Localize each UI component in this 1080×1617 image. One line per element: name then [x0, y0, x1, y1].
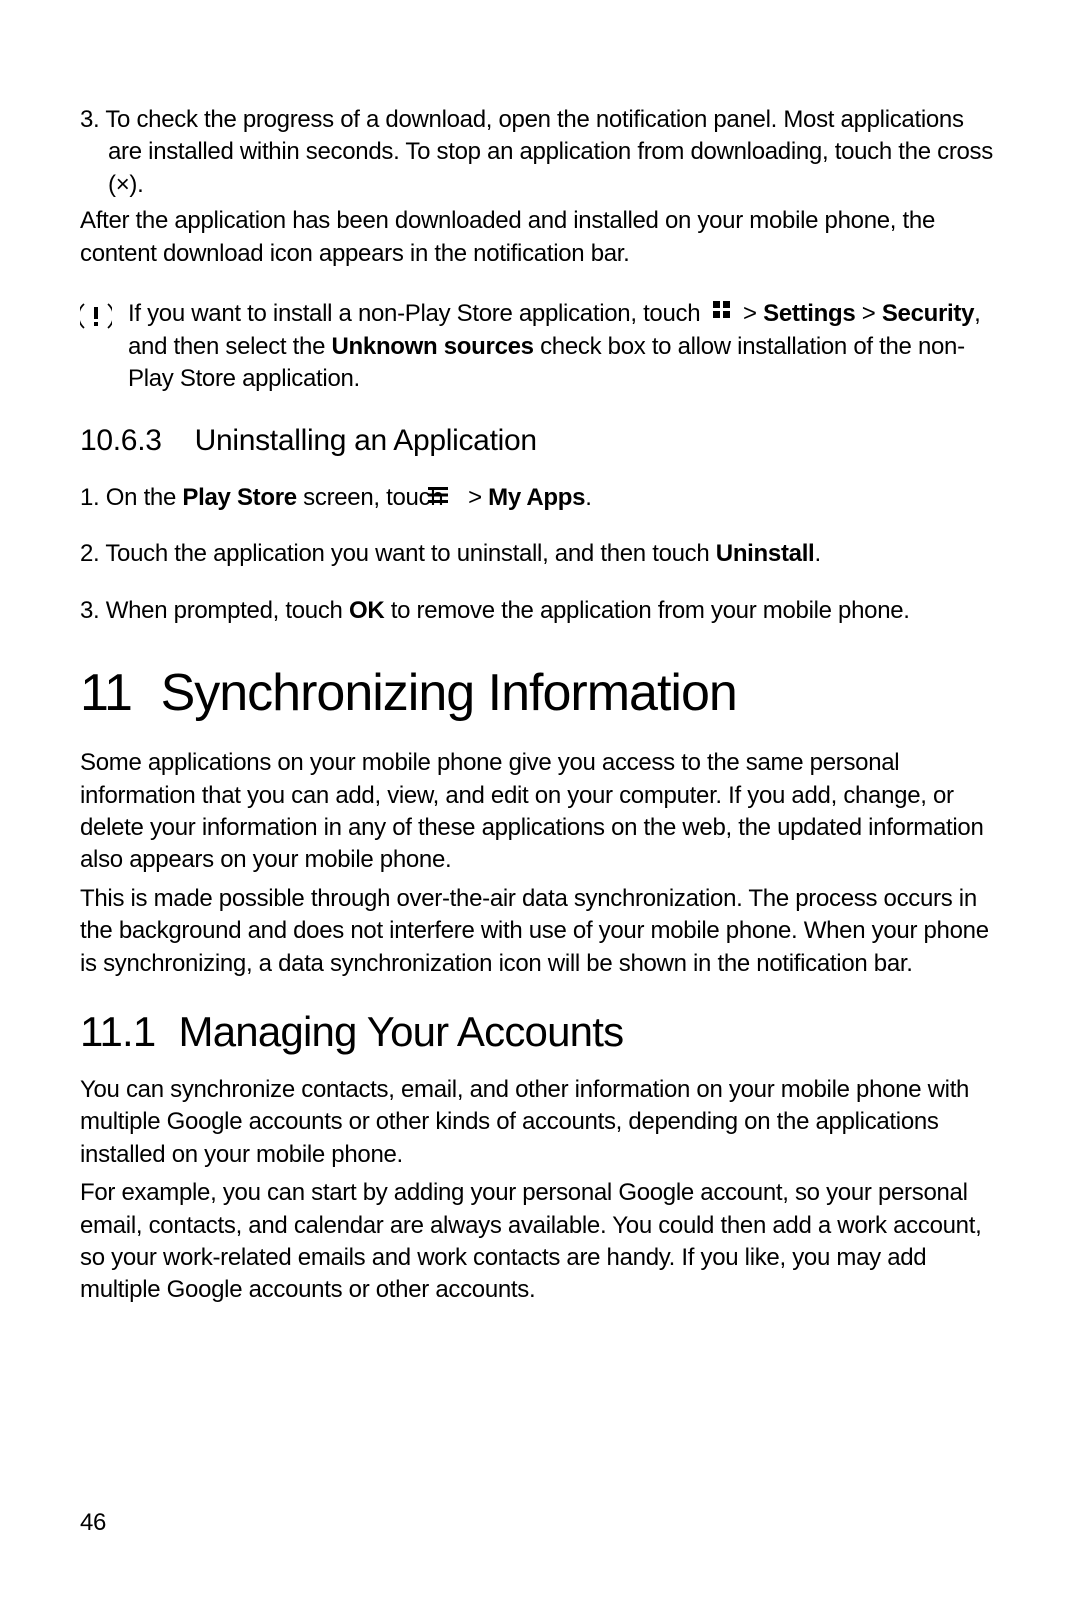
step2-bold: Uninstall — [716, 540, 815, 567]
step3-a: 3. When prompted, touch — [80, 597, 349, 624]
step2-a: 2. Touch the application you want to uni… — [80, 540, 716, 567]
note-settings: Settings — [763, 300, 855, 327]
heading-text: Synchronizing Information — [161, 664, 737, 722]
step2-end: . — [814, 540, 820, 567]
step1-prefix: 1. On the — [80, 484, 182, 511]
heading-number: 10.6.3 — [80, 424, 162, 457]
page-number: 46 — [80, 1509, 106, 1537]
note-gt2: > — [855, 300, 881, 327]
uninstall-step-1: 1. On the Play Store screen, touch > My … — [80, 482, 1000, 515]
sync-paragraph-2: This is made possible through over-the-a… — [80, 883, 1000, 980]
note-text: If you want to install a non-Play Store … — [128, 298, 1000, 396]
accounts-paragraph-2: For example, you can start by adding you… — [80, 1177, 1000, 1307]
sync-paragraph-1: Some applications on your mobile phone g… — [80, 747, 1000, 877]
step3-b: to remove the application from your mobi… — [384, 597, 909, 624]
uninstall-step-3: 3. When prompted, touch OK to remove the… — [80, 595, 1000, 627]
heading-number: 11.1 — [80, 1008, 155, 1055]
accounts-paragraph-1: You can synchronize contacts, email, and… — [80, 1074, 1000, 1171]
step1-gt: > — [462, 484, 488, 511]
note-security: Security — [882, 300, 974, 327]
heading-number: 11 — [80, 664, 132, 722]
note-unknown: Unknown sources — [332, 333, 534, 360]
note-gt1: > — [737, 300, 763, 327]
manual-page: 3. To check the progress of a download, … — [0, 0, 1080, 1617]
uninstall-step-2: 2. Touch the application you want to uni… — [80, 538, 1000, 570]
note-icon — [80, 300, 112, 332]
step1-end: . — [585, 484, 591, 511]
apps-grid-icon — [713, 296, 731, 328]
note-block: If you want to install a non-Play Store … — [80, 298, 1000, 396]
heading-text: Managing Your Accounts — [179, 1008, 624, 1055]
heading-text: Uninstalling an Application — [195, 424, 537, 457]
after-install-text: After the application has been downloade… — [80, 205, 1000, 270]
download-step-3: 3. To check the progress of a download, … — [80, 104, 1000, 201]
heading-11-1: 11.1 Managing Your Accounts — [80, 1008, 1000, 1056]
note-prefix: If you want to install a non-Play Store … — [128, 300, 707, 327]
heading-uninstalling: 10.6.3 Uninstalling an Application — [80, 424, 1000, 458]
step3-bold: OK — [349, 597, 384, 624]
step1-playstore: Play Store — [182, 484, 296, 511]
step1-myapps: My Apps — [488, 484, 585, 511]
heading-chapter-11: 11 Synchronizing Information — [80, 663, 1000, 723]
